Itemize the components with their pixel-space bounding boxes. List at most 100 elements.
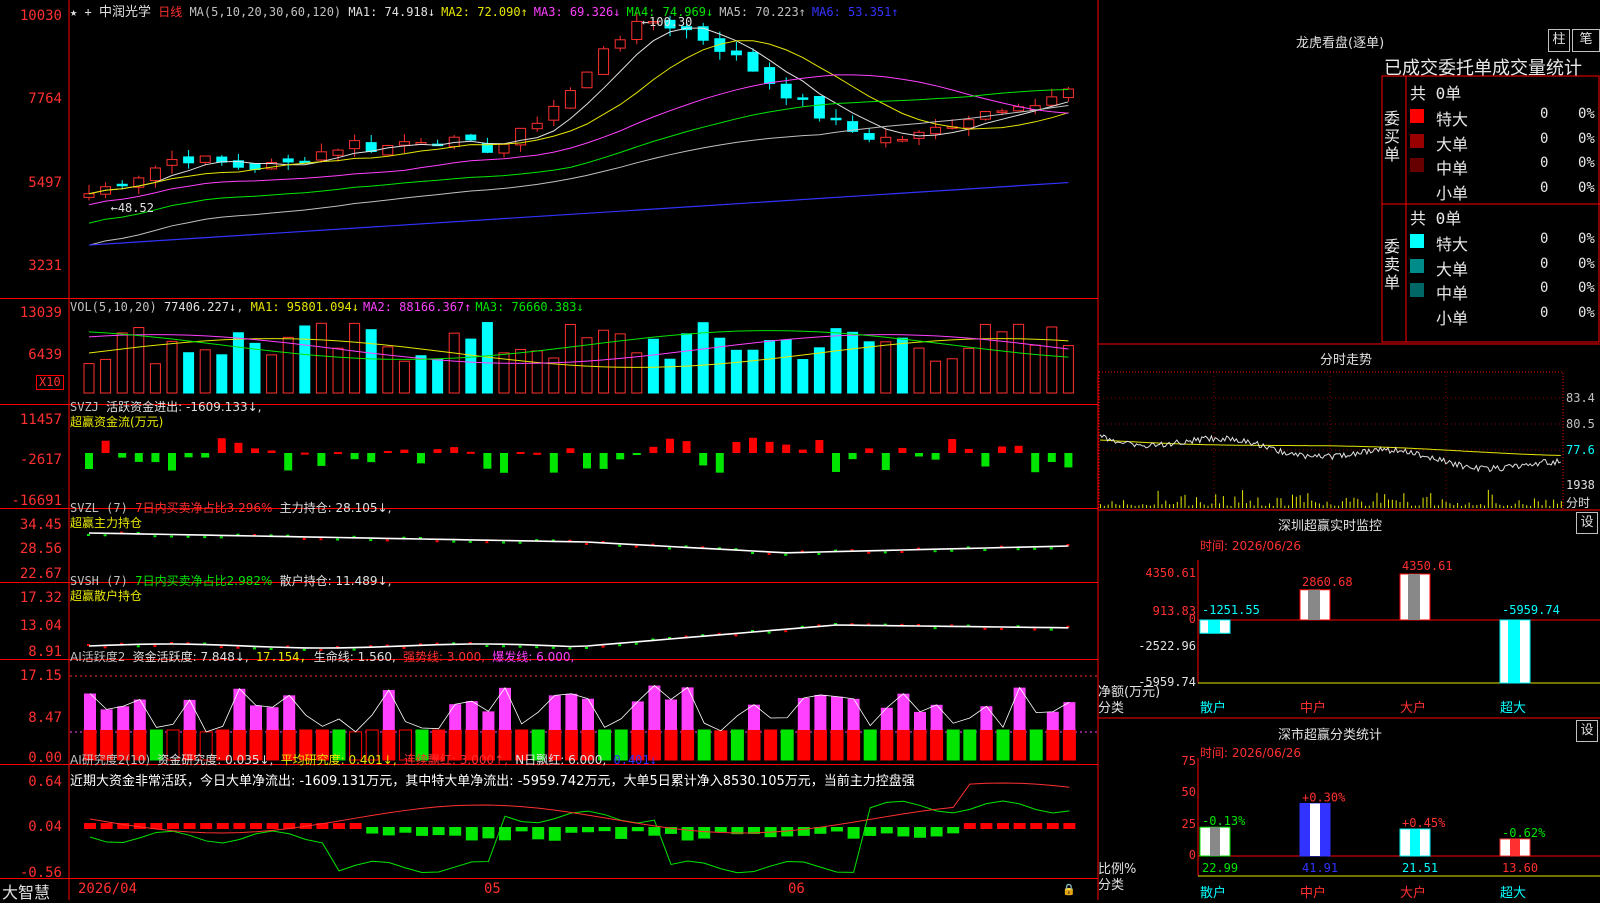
candle-body — [797, 97, 809, 100]
volume-bar — [382, 346, 394, 394]
ai1-header: AI活跃度2 资金活跃度: 7.848↓, 17.154, 生命线: 1.560… — [70, 648, 574, 665]
mainforce-holding-line-tick — [87, 534, 90, 536]
ai1-burstline: 爆发线: 6.000, — [492, 650, 575, 664]
sell-side-label: 委卖单 — [1384, 237, 1401, 292]
capital-flow-bar — [782, 444, 791, 453]
volume-bar — [880, 341, 892, 394]
capital-flow-bar — [284, 453, 293, 471]
capital-flow-bar — [915, 453, 923, 457]
research-bar — [216, 823, 229, 829]
stock-name[interactable]: 中润光学 — [99, 5, 151, 20]
minute-volume-bar — [1119, 505, 1121, 508]
sz-class-category[interactable]: 散户 — [1200, 882, 1226, 901]
retail-holding-line-tick — [634, 642, 638, 645]
minute-volume-bar — [1226, 505, 1228, 508]
retail-holding-line-tick — [734, 634, 738, 637]
sz-class-category[interactable]: 大户 — [1400, 882, 1426, 901]
minute-unit: 分时 — [1566, 496, 1591, 510]
minute-volume-bar — [1530, 505, 1532, 508]
order-stats-tab[interactable]: 已成交委托单成交量统计 — [1384, 54, 1582, 80]
activity-burst-bar — [930, 704, 943, 730]
candle-body — [332, 149, 344, 156]
research-bar — [582, 827, 594, 833]
minute-volume-bar — [1391, 499, 1393, 508]
volume-bar — [664, 358, 676, 394]
candle-body — [730, 50, 742, 56]
mainforce-holding-line-tick — [319, 538, 323, 541]
research-bar — [183, 823, 196, 829]
mainforce-holding-line-tick — [634, 545, 638, 548]
activity-burst-bar — [100, 709, 113, 730]
volume-bar — [1046, 326, 1058, 394]
activity-bar — [963, 729, 977, 761]
ai2-avg: 平均研究度: 0.401↓, — [280, 753, 397, 767]
mainforce-holding-line-tick — [983, 549, 987, 551]
star-icon[interactable]: ★ — [70, 5, 77, 19]
minute-volume-bar — [1153, 504, 1155, 508]
minute-volume-bar — [1326, 501, 1328, 508]
activity-bar — [913, 729, 927, 761]
research-bar — [416, 827, 428, 836]
mainforce-holding-line-tick — [103, 534, 107, 537]
ai2-header: AI研究度2(10) 资金研究度: 0.035↓, 平均研究度: 0.401↓,… — [70, 751, 657, 768]
research-bar — [449, 827, 462, 836]
vol-unit-badge[interactable]: X10 — [36, 375, 64, 390]
sz-monitor-category[interactable]: 中户 — [1300, 697, 1326, 716]
minute-volume-bar — [1545, 499, 1547, 508]
minute-volume-bar — [1219, 503, 1221, 508]
ai1-value2: 17.154, — [255, 650, 307, 664]
volume-bar — [232, 332, 244, 394]
bar-view-button[interactable]: 柱 — [1548, 29, 1570, 52]
minute-ytick: 77.6 — [1566, 443, 1595, 457]
volume-bar — [448, 332, 460, 394]
sz-monitor-settings-button[interactable]: 设 — [1576, 512, 1598, 534]
mainforce-holding-line-tick — [933, 550, 937, 553]
volume-bar — [116, 332, 128, 394]
ai1-ytick: 17.15 — [19, 668, 62, 684]
candle-body — [697, 26, 709, 41]
volume-bar — [598, 329, 610, 394]
sz-class-bar-shade — [1410, 829, 1420, 856]
buy-row-value: 0 — [1540, 106, 1549, 122]
sz-class-settings-button[interactable]: 设 — [1576, 720, 1598, 742]
minute-volume-bar — [1138, 505, 1140, 508]
svzl-ratio: 7日内买卖净占比3.296% — [135, 501, 273, 515]
capital-flow-bar — [649, 446, 658, 453]
svzl-ytick: 22.67 — [19, 566, 62, 582]
capital-flow-bar — [749, 437, 757, 453]
sz-class-change: -0.62% — [1502, 826, 1546, 840]
candle-body — [149, 167, 161, 182]
volume-bar — [963, 347, 975, 394]
activity-bar — [880, 729, 894, 761]
minute-volume-bar — [1457, 502, 1459, 508]
volume-bar — [531, 350, 543, 394]
capital-flow-bar — [1047, 453, 1056, 463]
candle-body — [83, 193, 95, 198]
lock-icon[interactable]: 🔒 — [1062, 883, 1076, 896]
period-label[interactable]: 日线 — [158, 5, 182, 19]
sz-class-category[interactable]: 中户 — [1300, 882, 1326, 901]
capital-flow-bar — [383, 450, 392, 453]
capital-flow-bar — [217, 438, 226, 453]
minute-volume-bar — [1422, 497, 1424, 508]
capital-flow-bar — [798, 449, 807, 453]
vol-header: VOL(5,10,20) 77406.227↓, MA1: 95801.094↓… — [70, 300, 584, 314]
retail-holding-line-tick — [601, 645, 605, 648]
minute-volume-bar — [1288, 505, 1290, 508]
sz-monitor-category[interactable]: 大户 — [1400, 697, 1426, 716]
tick-view-button[interactable]: 笔 — [1572, 29, 1600, 52]
volume-bar — [515, 348, 527, 394]
activity-bar — [764, 729, 778, 761]
research-bar — [1046, 823, 1059, 829]
sz-monitor-category[interactable]: 散户 — [1200, 697, 1226, 716]
research-bar — [914, 827, 926, 838]
sz-class-category[interactable]: 超大 — [1500, 882, 1526, 901]
mainforce-holding-line-tick — [900, 551, 904, 553]
sz-monitor-category[interactable]: 超大 — [1500, 697, 1526, 716]
activity-burst-bar — [1046, 711, 1059, 730]
research-bar — [930, 827, 943, 837]
minute-volume-bar — [1388, 499, 1389, 508]
sell-row-value: 0 — [1540, 280, 1549, 296]
volume-bar — [216, 354, 228, 394]
svzl-ytick: 28.56 — [19, 541, 62, 557]
